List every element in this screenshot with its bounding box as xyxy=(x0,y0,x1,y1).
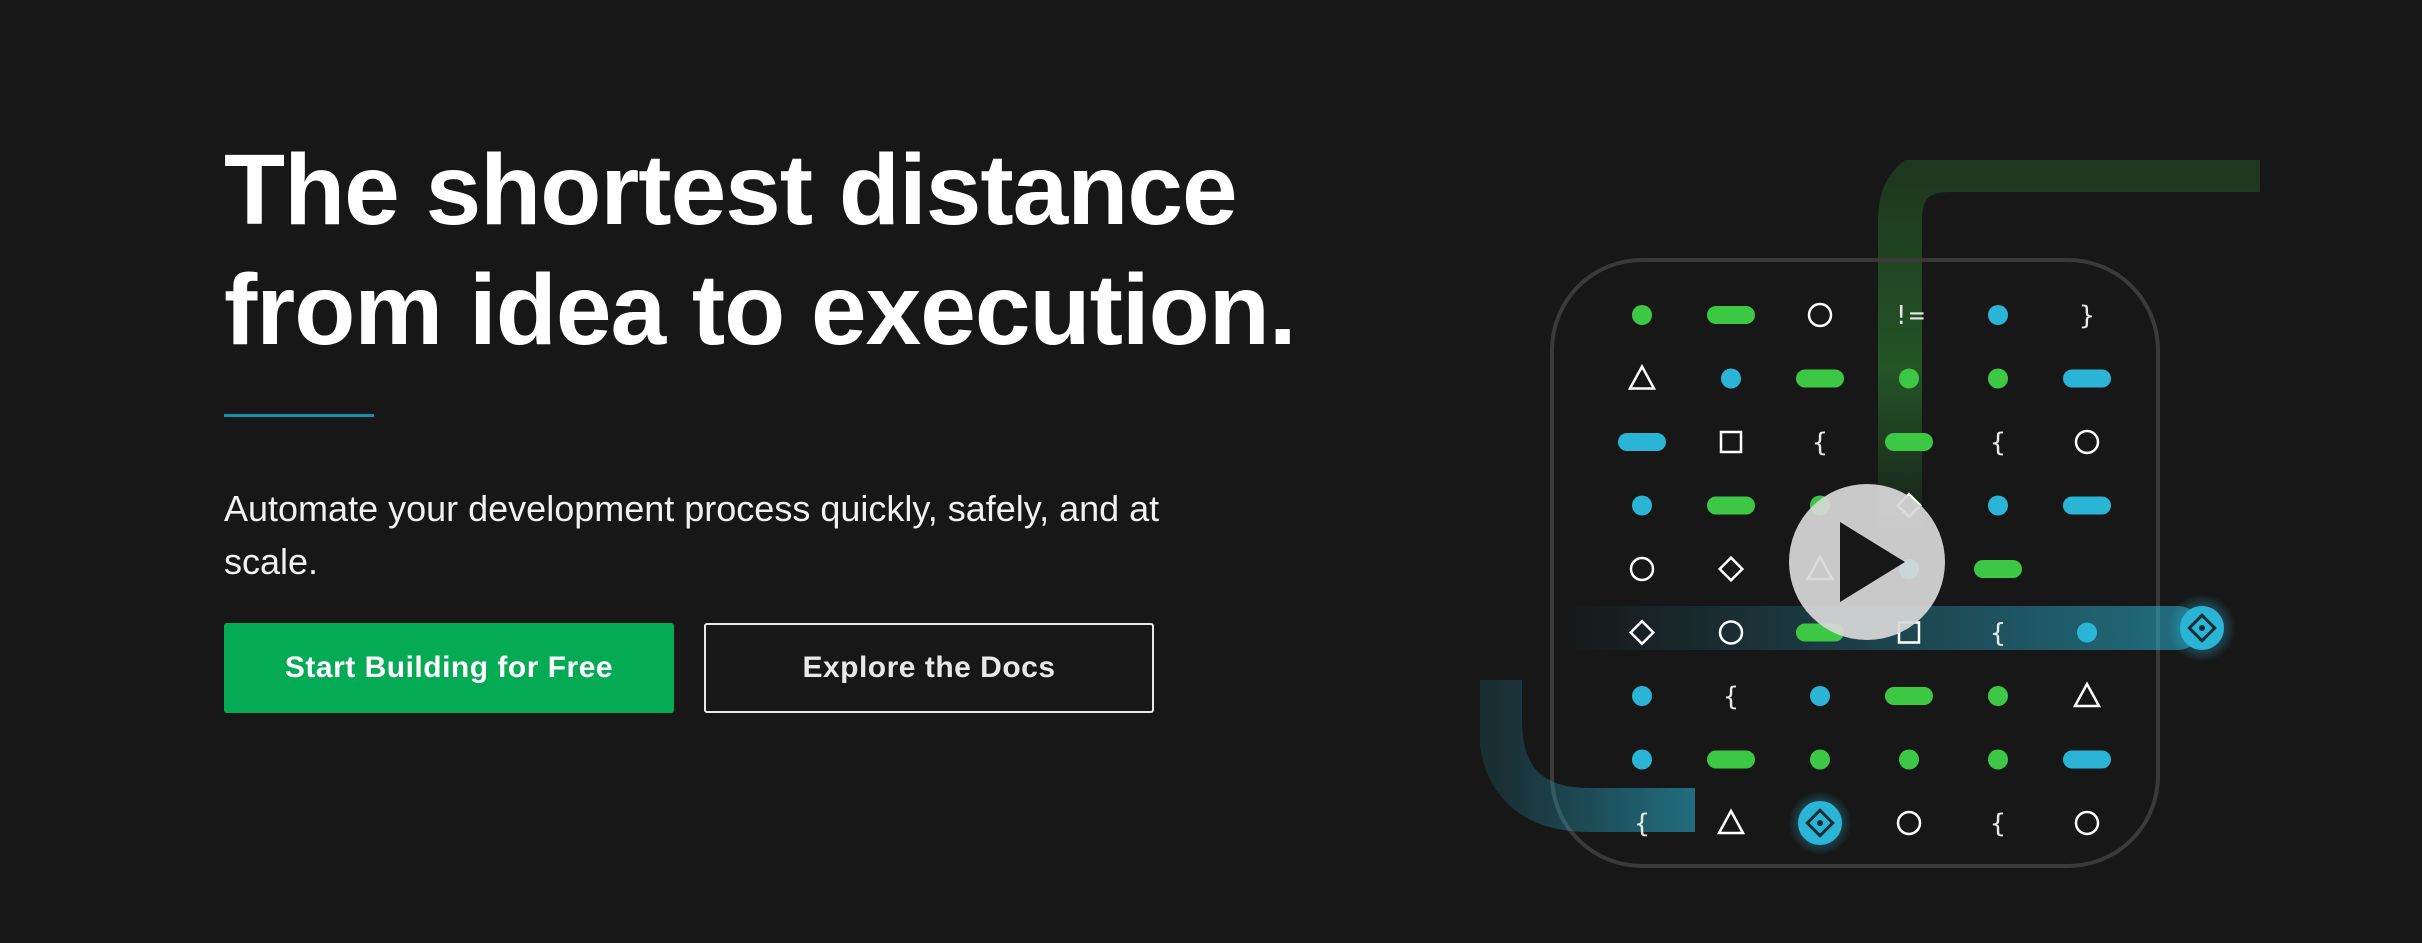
grid-symbol-{: { xyxy=(1812,428,1828,458)
headline-line-2: from idea to execution. xyxy=(224,254,1297,366)
grid-symbol-circle xyxy=(1807,302,1833,328)
grid-symbol-{: { xyxy=(1634,809,1650,839)
svg-text:{: { xyxy=(1634,809,1650,839)
grid-symbol-{: { xyxy=(1990,619,2006,649)
grid-symbol-dot-g xyxy=(1988,749,2008,770)
grid-symbol-circle xyxy=(1896,810,1922,836)
explore-docs-button[interactable]: Explore the Docs xyxy=(704,623,1154,713)
grid-symbol-}: } xyxy=(2079,301,2095,331)
grid-symbol-triangle xyxy=(1716,808,1746,835)
grid-symbol-dot-g xyxy=(1899,749,1919,770)
grid-symbol-{: { xyxy=(1723,682,1739,712)
accent-divider xyxy=(224,414,374,417)
grid-symbol-dot-g xyxy=(1810,749,1830,770)
svg-text:{: { xyxy=(1990,619,2006,649)
hero-actions: Start Building for Free Explore the Docs xyxy=(224,623,1324,713)
grid-symbol-dot-c xyxy=(1632,495,1652,516)
grid-symbol-pill-g xyxy=(1707,496,1755,515)
play-button[interactable] xyxy=(1789,484,1945,640)
svg-text:{: { xyxy=(1990,809,2006,839)
grid-symbol-dot-g xyxy=(1988,686,2008,706)
grid-symbol-diamond xyxy=(1717,555,1745,583)
grid-symbol-dot-g xyxy=(1899,368,1919,389)
hero-content: The shortest distance from idea to execu… xyxy=(224,130,1324,713)
svg-text:{: { xyxy=(1723,682,1739,712)
hero-subhead: Automate your development process quickl… xyxy=(224,488,1160,582)
hero-headline: The shortest distance from idea to execu… xyxy=(224,130,1324,370)
pipeline-end-node-icon xyxy=(2168,594,2236,662)
grid-symbol-pill-g xyxy=(1885,687,1933,705)
grid-symbol-pill-g xyxy=(1974,560,2022,578)
grid-symbol-{: { xyxy=(1990,428,2006,458)
svg-text:{: { xyxy=(1990,428,2006,458)
grid-symbol-pill-c xyxy=(1618,433,1666,451)
svg-text:{: { xyxy=(1812,428,1828,458)
grid-symbol-circle xyxy=(2074,429,2100,455)
headline-line-1: The shortest distance xyxy=(224,134,1238,246)
green-flow-path xyxy=(1878,160,2260,530)
grid-symbol-dot-g xyxy=(1632,305,1652,325)
grid-symbol-pill-g xyxy=(1707,750,1755,769)
grid-symbol-pill-c xyxy=(2063,369,2111,388)
grid-symbol-dot-c xyxy=(1721,368,1741,389)
svg-text:}: } xyxy=(2079,301,2095,331)
grid-symbol-dot-g xyxy=(1988,368,2008,389)
grid-symbol-dot-c xyxy=(1632,686,1652,706)
grid-symbol-triangle xyxy=(2072,681,2102,708)
grid-symbol-pill-c xyxy=(2063,496,2111,515)
grid-symbol-square xyxy=(1719,430,1743,454)
grid-symbol-dot-c xyxy=(1988,305,2008,325)
grid-symbol-pill-g xyxy=(1707,306,1755,324)
start-building-button[interactable]: Start Building for Free xyxy=(224,623,674,713)
grid-symbol-pill-c xyxy=(2063,750,2111,769)
grid-symbol-dot-c xyxy=(1810,686,1830,706)
grid-symbol-triangle xyxy=(1627,363,1657,390)
pipeline-illustration: !=} { { { { { { xyxy=(1480,160,2260,880)
grid-symbol-dot-c xyxy=(1988,495,2008,516)
grid-symbol-node xyxy=(1788,791,1852,855)
grid-symbol-circle xyxy=(2074,810,2100,836)
grid-symbol-!=: != xyxy=(1893,301,1924,331)
grid-symbol-pill-g xyxy=(1885,433,1933,451)
grid-symbol-circle xyxy=(1629,556,1655,582)
grid-symbol-{: { xyxy=(1990,809,2006,839)
svg-text:!=: != xyxy=(1893,301,1924,331)
pipeline-graphic: !=} { { { { { { xyxy=(1480,160,2260,868)
grid-symbol-dot-c xyxy=(1632,749,1652,770)
grid-symbol-dot-c xyxy=(2077,622,2097,643)
grid-symbol-pill-g xyxy=(1796,369,1844,388)
